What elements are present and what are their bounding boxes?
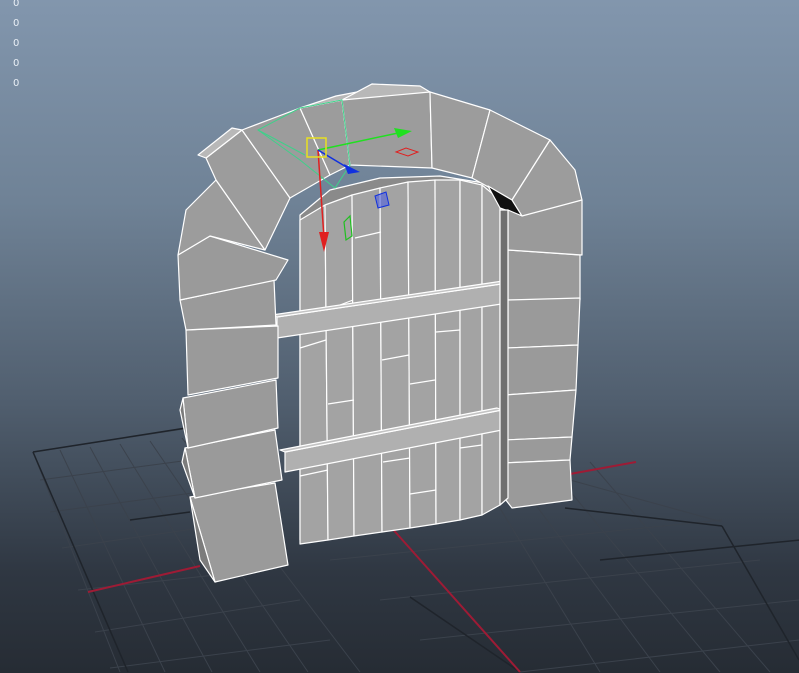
arch-left-pillar[interactable] xyxy=(177,235,289,583)
3d-viewport[interactable]: 0 0 0 0 0 xyxy=(0,0,799,673)
arch-door-mesh[interactable] xyxy=(177,83,583,583)
scene-canvas[interactable] xyxy=(0,0,799,673)
arch-right-pillar[interactable] xyxy=(499,199,583,509)
door-planks[interactable] xyxy=(299,179,501,545)
